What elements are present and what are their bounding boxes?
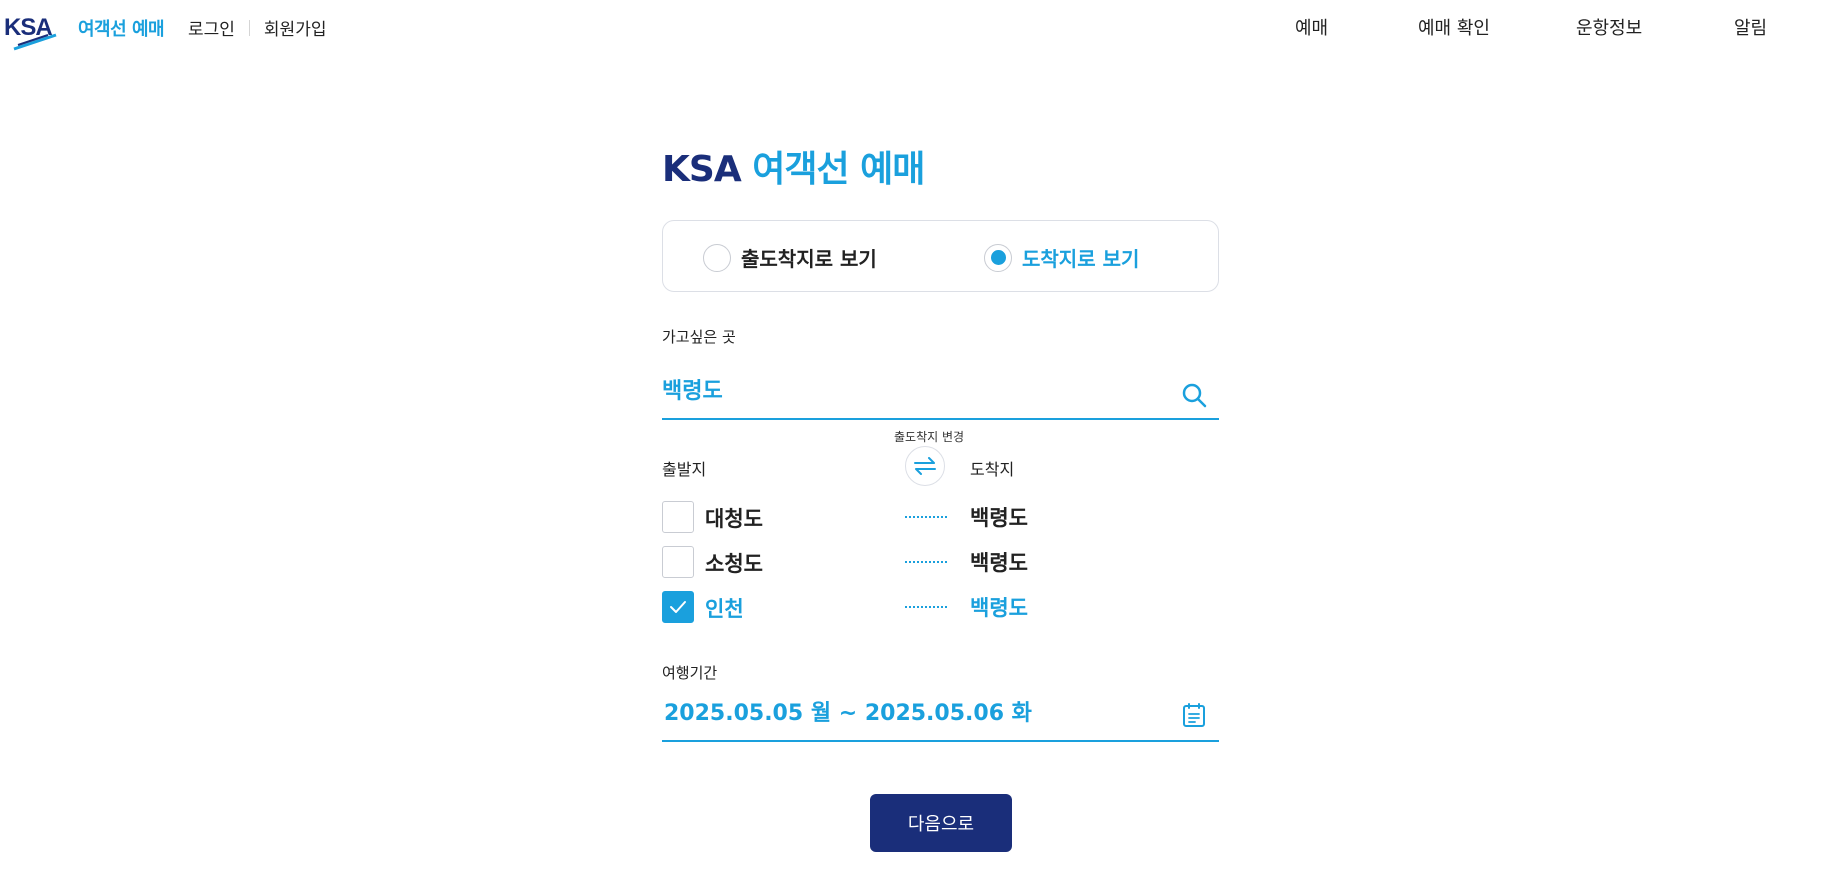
travel-period-field[interactable]: 2025.05.05 월 ~ 2025.05.06 화 [662,680,1219,742]
route-from: 대청도 [705,507,763,531]
calendar-icon[interactable] [1181,702,1207,728]
radio-view-destination[interactable]: 도착지로 보기 [984,243,1139,272]
route-connector [905,516,947,518]
travel-period-value: 2025.05.05 월 ~ 2025.05.06 화 [664,701,1032,726]
swap-caption: 출도착지 변경 [894,430,965,444]
destination-field[interactable]: 백령도 [662,358,1219,420]
radio-circle-selected [984,243,1012,272]
radio-label: 도착지로 보기 [1022,247,1140,271]
destination-label: 가고싶은 곳 [662,328,736,346]
destination-value: 백령도 [662,379,723,404]
route-checkbox[interactable] [662,546,694,578]
nav-item-schedule[interactable]: 운항정보 [1576,14,1642,40]
swap-button[interactable] [905,446,945,486]
radio-view-route[interactable]: 출도착지로 보기 [703,243,877,272]
nav-item-notice[interactable]: 알림 [1734,14,1767,40]
nav-item-booking[interactable]: 예매 [1295,14,1328,40]
radio-label: 출도착지로 보기 [741,247,877,271]
route-row: 대청도 백령도 [662,501,1219,533]
page-title-brand: KSA [662,149,742,190]
route-row: 소청도 백령도 [662,546,1219,578]
nav-item-booking-check[interactable]: 예매 확인 [1418,14,1490,40]
route-connector [905,561,947,563]
main-nav: 예매 예매 확인 운항정보 알림 [0,14,1823,40]
route-to: 백령도 [970,551,1028,575]
radio-dot [990,250,1006,265]
next-button[interactable]: 다음으로 [870,794,1012,852]
route-to: 백령도 [970,506,1028,530]
from-column-label: 출발지 [662,460,707,479]
swap-arrows-icon [914,457,936,475]
route-checkbox[interactable] [662,501,694,533]
route-from: 소청도 [705,552,763,576]
search-icon[interactable] [1181,382,1207,408]
site-header: KSA 여객선 예매 로그인 회원가입 예매 예매 확인 운항정보 알림 [0,0,1823,56]
route-checkbox-checked[interactable] [662,591,694,623]
page-title: KSA 여객선 예매 [662,140,1219,192]
check-icon [670,601,686,613]
to-column-label: 도착지 [970,460,1015,479]
page-title-sub: 여객선 예매 [752,149,925,190]
route-from: 인천 [705,597,744,621]
view-mode-toggle: 출도착지로 보기 도착지로 보기 [662,220,1219,292]
route-connector [905,606,947,608]
booking-form: KSA 여객선 예매 출도착지로 보기 도착지로 보기 가고싶은 곳 백령도 출… [662,140,1219,852]
route-to: 백령도 [970,596,1028,620]
radio-circle [703,243,731,272]
route-row-selected: 인천 백령도 [662,591,1219,623]
